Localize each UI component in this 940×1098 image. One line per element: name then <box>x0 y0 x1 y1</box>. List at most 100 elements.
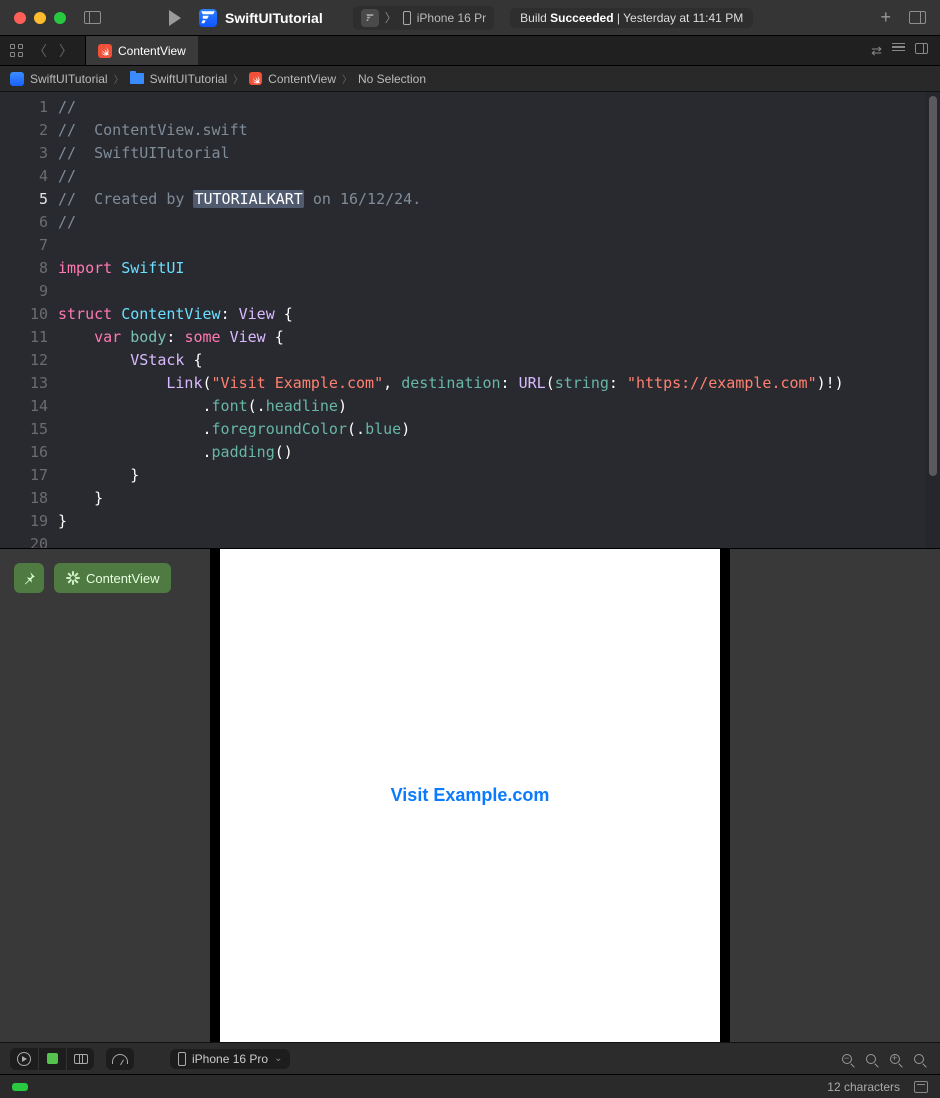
live-preview-button[interactable] <box>10 1048 38 1070</box>
close-window-button[interactable] <box>14 12 26 24</box>
performance-segment <box>106 1048 134 1070</box>
line-number[interactable]: 9 <box>0 280 48 303</box>
editor-layout-icon[interactable] <box>915 43 928 54</box>
device-screen[interactable]: Visit Example.com <box>220 549 720 1042</box>
toggle-inspector-icon[interactable] <box>909 11 926 24</box>
scrollbar-thumb[interactable] <box>929 96 937 476</box>
code-line[interactable] <box>58 533 940 548</box>
swift-file-icon <box>98 44 112 58</box>
line-number[interactable]: 17 <box>0 464 48 487</box>
gauge-icon <box>112 1054 128 1064</box>
maximize-window-button[interactable] <box>54 12 66 24</box>
toggle-navigator-icon[interactable] <box>84 11 101 24</box>
line-number[interactable]: 4 <box>0 165 48 188</box>
line-number[interactable]: 16 <box>0 441 48 464</box>
file-tab[interactable]: ContentView <box>85 36 198 65</box>
line-number[interactable]: 8 <box>0 257 48 280</box>
console-toggle-icon[interactable] <box>914 1081 928 1093</box>
run-button-icon[interactable] <box>169 10 181 26</box>
breadcrumb-item[interactable]: ContentView <box>268 72 336 86</box>
status-bar: 12 characters <box>0 1074 940 1098</box>
code-line[interactable]: // <box>58 96 940 119</box>
performance-button[interactable] <box>106 1048 134 1070</box>
add-tab-button[interactable]: + <box>880 7 891 28</box>
loading-spinner-icon <box>66 571 80 585</box>
code-line[interactable]: // Created by TUTORIALKART on 16/12/24. <box>58 188 940 211</box>
code-line[interactable] <box>58 234 940 257</box>
code-line[interactable]: } <box>58 464 940 487</box>
line-number[interactable]: 20 <box>0 533 48 548</box>
build-status[interactable]: Build Succeeded | Yesterday at 11:41 PM <box>510 8 753 28</box>
line-gutter[interactable]: 1234567891011121314151617181920 <box>0 92 58 548</box>
magnifier-icon <box>914 1054 924 1064</box>
magnifier-minus-icon <box>842 1054 852 1064</box>
line-number[interactable]: 2 <box>0 119 48 142</box>
preview-device-select[interactable]: iPhone 16 Pro ⌄ <box>170 1049 290 1069</box>
code-line[interactable]: Link("Visit Example.com", destination: U… <box>58 372 940 395</box>
selectable-preview-button[interactable] <box>38 1048 66 1070</box>
code-line[interactable]: } <box>58 487 940 510</box>
breadcrumb-item[interactable]: No Selection <box>358 72 426 86</box>
adjust-editor-icon[interactable] <box>892 43 905 59</box>
code-line[interactable]: .padding() <box>58 441 940 464</box>
device-phone-icon <box>403 11 411 25</box>
code-line[interactable]: VStack { <box>58 349 940 372</box>
code-line[interactable]: // <box>58 165 940 188</box>
code-line[interactable]: // SwiftUITutorial <box>58 142 940 165</box>
line-number[interactable]: 12 <box>0 349 48 372</box>
preview-canvas: ContentView Visit Example.com iPhone 16 … <box>0 548 940 1074</box>
code-area[interactable]: //// ContentView.swift// SwiftUITutorial… <box>58 92 940 548</box>
zoom-in-button[interactable] <box>908 1048 930 1070</box>
variants-button[interactable] <box>66 1048 94 1070</box>
canvas-body[interactable]: ContentView Visit Example.com <box>0 549 940 1042</box>
line-number[interactable]: 6 <box>0 211 48 234</box>
preview-chip[interactable]: ContentView <box>54 563 171 593</box>
breadcrumb-item[interactable]: SwiftUITutorial <box>150 72 228 86</box>
line-number[interactable]: 14 <box>0 395 48 418</box>
editor-scrollbar[interactable] <box>925 92 940 548</box>
zoom-fit-button[interactable] <box>884 1048 906 1070</box>
minimize-window-button[interactable] <box>34 12 46 24</box>
preview-link-text[interactable]: Visit Example.com <box>391 785 550 806</box>
line-number[interactable]: 11 <box>0 326 48 349</box>
build-success-indicator[interactable] <box>12 1083 28 1091</box>
related-items-icon[interactable] <box>10 44 23 57</box>
code-line[interactable]: // <box>58 211 940 234</box>
line-number[interactable]: 13 <box>0 372 48 395</box>
pin-preview-button[interactable] <box>14 563 44 593</box>
line-number[interactable]: 15 <box>0 418 48 441</box>
code-line[interactable]: var body: some View { <box>58 326 940 349</box>
code-line[interactable]: .font(.headline) <box>58 395 940 418</box>
code-line[interactable]: // ContentView.swift <box>58 119 940 142</box>
nav-back-button[interactable]: 〈 <box>31 41 49 61</box>
zoom-out-full-button[interactable] <box>836 1048 858 1070</box>
line-number[interactable]: 3 <box>0 142 48 165</box>
source-editor[interactable]: 1234567891011121314151617181920 //// Con… <box>0 92 940 548</box>
refresh-icon[interactable]: ⇄ <box>871 43 882 59</box>
code-line[interactable] <box>58 280 940 303</box>
code-line[interactable]: import SwiftUI <box>58 257 940 280</box>
editor-tabbar: 〈 〉 ContentView ⇄ <box>0 36 940 66</box>
jump-bar[interactable]: SwiftUITutorial 〉 SwiftUITutorial 〉 Cont… <box>0 66 940 92</box>
status-suffix: | Yesterday at 11:41 PM <box>614 11 744 25</box>
scheme-selector[interactable]: 〉 iPhone 16 Pr <box>353 6 494 30</box>
nav-forward-button[interactable]: 〉 <box>57 41 75 61</box>
device-frame: Visit Example.com <box>210 549 730 1042</box>
play-circle-icon <box>17 1052 31 1066</box>
project-title[interactable]: SwiftUITutorial <box>225 10 323 26</box>
line-number[interactable]: 7 <box>0 234 48 257</box>
traffic-lights <box>14 12 66 24</box>
code-line[interactable]: } <box>58 510 940 533</box>
line-number[interactable]: 10 <box>0 303 48 326</box>
code-line[interactable]: .foregroundColor(.blue) <box>58 418 940 441</box>
breadcrumb-item[interactable]: SwiftUITutorial <box>30 72 108 86</box>
line-number[interactable]: 1 <box>0 96 48 119</box>
canvas-mode-segment <box>10 1048 94 1070</box>
folder-icon <box>130 73 144 84</box>
line-number[interactable]: 19 <box>0 510 48 533</box>
project-app-icon <box>199 9 217 27</box>
line-number[interactable]: 5 <box>0 188 48 211</box>
line-number[interactable]: 18 <box>0 487 48 510</box>
zoom-out-button[interactable] <box>860 1048 882 1070</box>
code-line[interactable]: struct ContentView: View { <box>58 303 940 326</box>
